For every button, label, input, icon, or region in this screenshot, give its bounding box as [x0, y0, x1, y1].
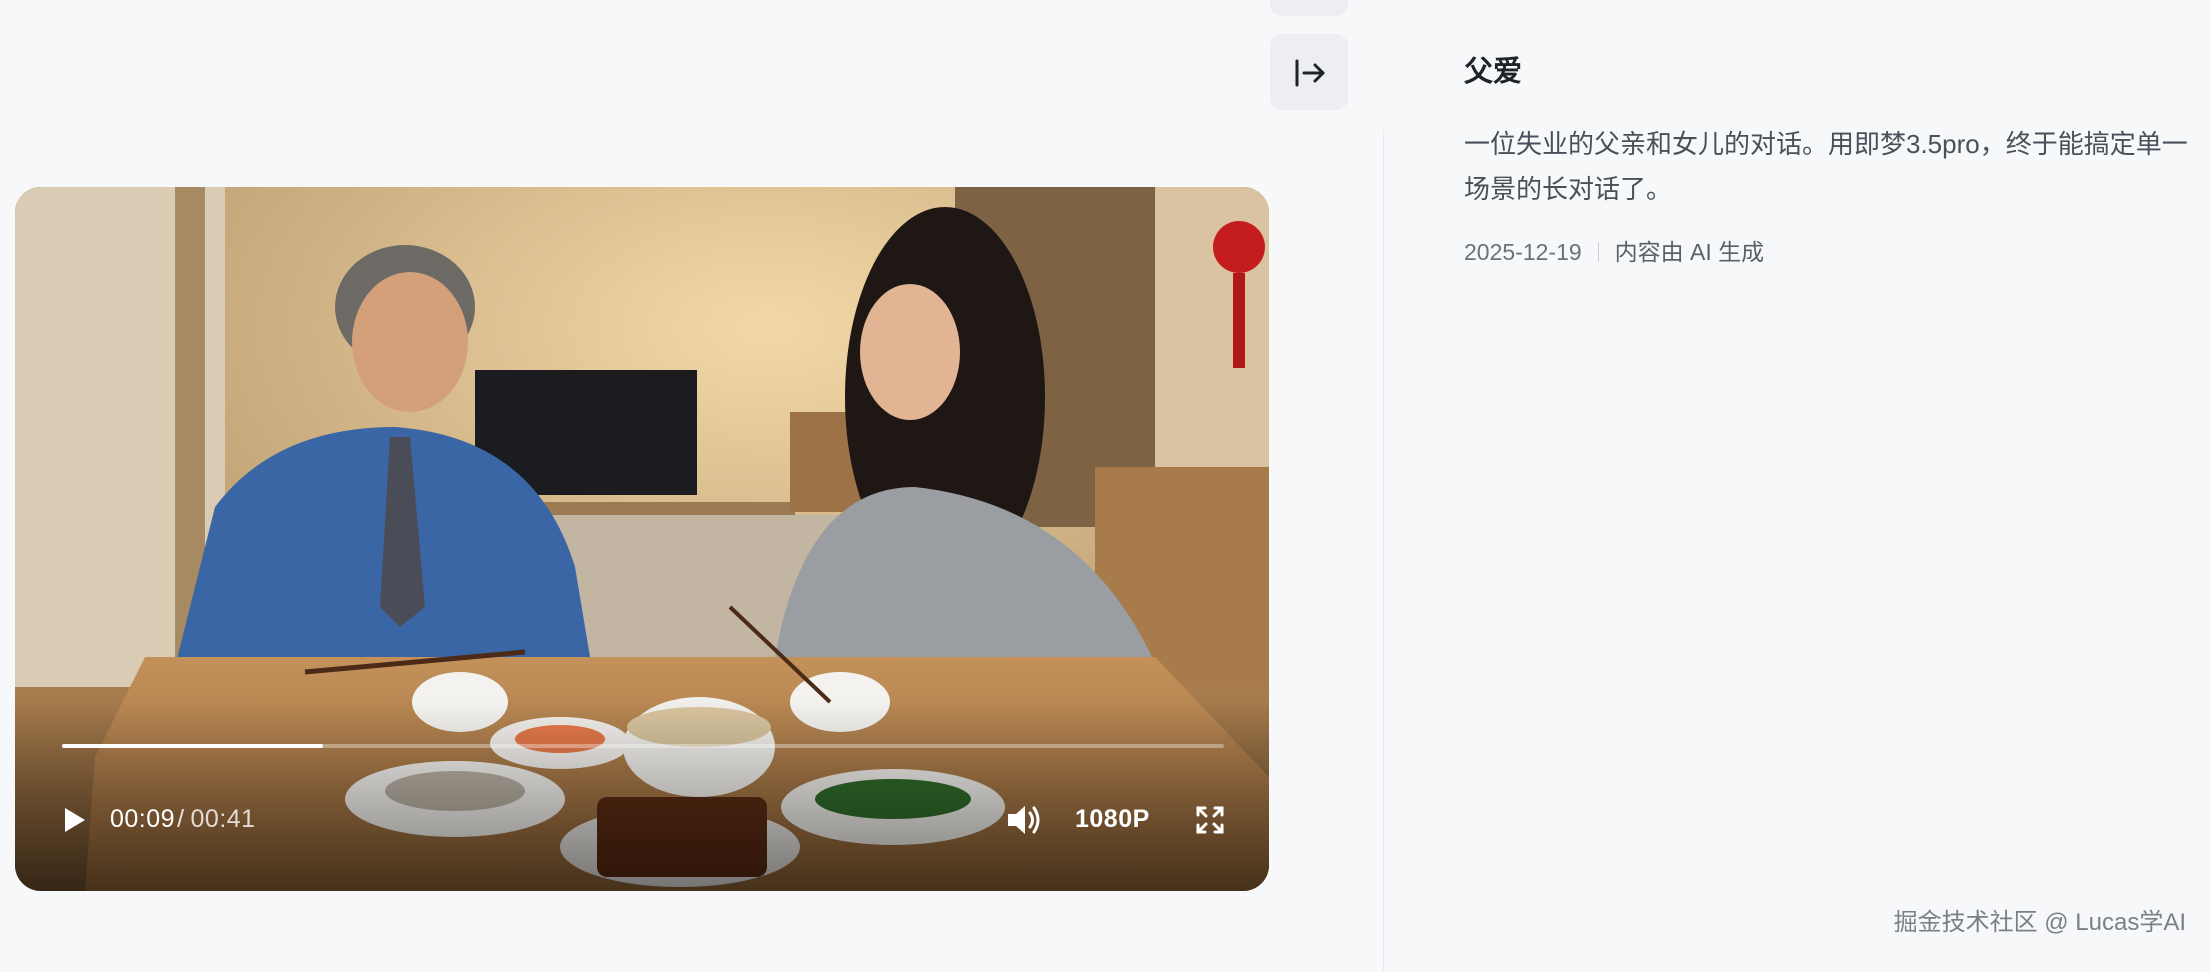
progress-bar[interactable] [62, 744, 1224, 748]
side-button-top[interactable] [1270, 0, 1348, 16]
video-title: 父爱 [1464, 56, 1523, 88]
duration: 00:41 [190, 805, 256, 833]
video-player[interactable]: 00:09/00:41 1080P [15, 187, 1269, 891]
volume-button[interactable] [1005, 803, 1045, 837]
progress-fill [62, 744, 324, 748]
play-icon [65, 808, 85, 832]
meta-row: 2025-12-19 内容由 AI 生成 [1464, 236, 2204, 268]
info-panel: 父爱 一位失业的父亲和女儿的对话。用即梦3.5pro，终于能搞定单一场景的长对话… [1464, 50, 2204, 268]
fullscreen-icon [1196, 806, 1224, 834]
meta-divider [1597, 242, 1599, 262]
publish-date: 2025-12-19 [1464, 239, 1582, 265]
current-time: 00:09 [110, 805, 176, 833]
time-display: 00:09/00:41 [110, 803, 256, 835]
fullscreen-button[interactable] [1195, 805, 1225, 835]
quality-selector[interactable]: 1080P [1075, 803, 1150, 835]
arrow-right-bar-icon [1295, 59, 1325, 87]
page: 00:09/00:41 1080P 父爱 一位失业的父亲和女儿的对话。用即梦3.… [0, 0, 2210, 972]
watermark: 掘金技术社区 @ Lucas学AI [1893, 909, 2186, 936]
volume-icon [1008, 806, 1040, 834]
expand-panel-button[interactable] [1270, 34, 1348, 110]
ai-generated-label: 内容由 AI 生成 [1614, 239, 1765, 265]
controls-overlay [15, 701, 1269, 891]
time-separator: / [177, 805, 185, 833]
play-button[interactable] [60, 806, 90, 834]
control-bar: 00:09/00:41 1080P [15, 799, 1269, 839]
video-description: 一位失业的父亲和女儿的对话。用即梦3.5pro，终于能搞定单一场景的长对话了。 [1464, 129, 2188, 204]
panel-divider [1383, 130, 1384, 972]
